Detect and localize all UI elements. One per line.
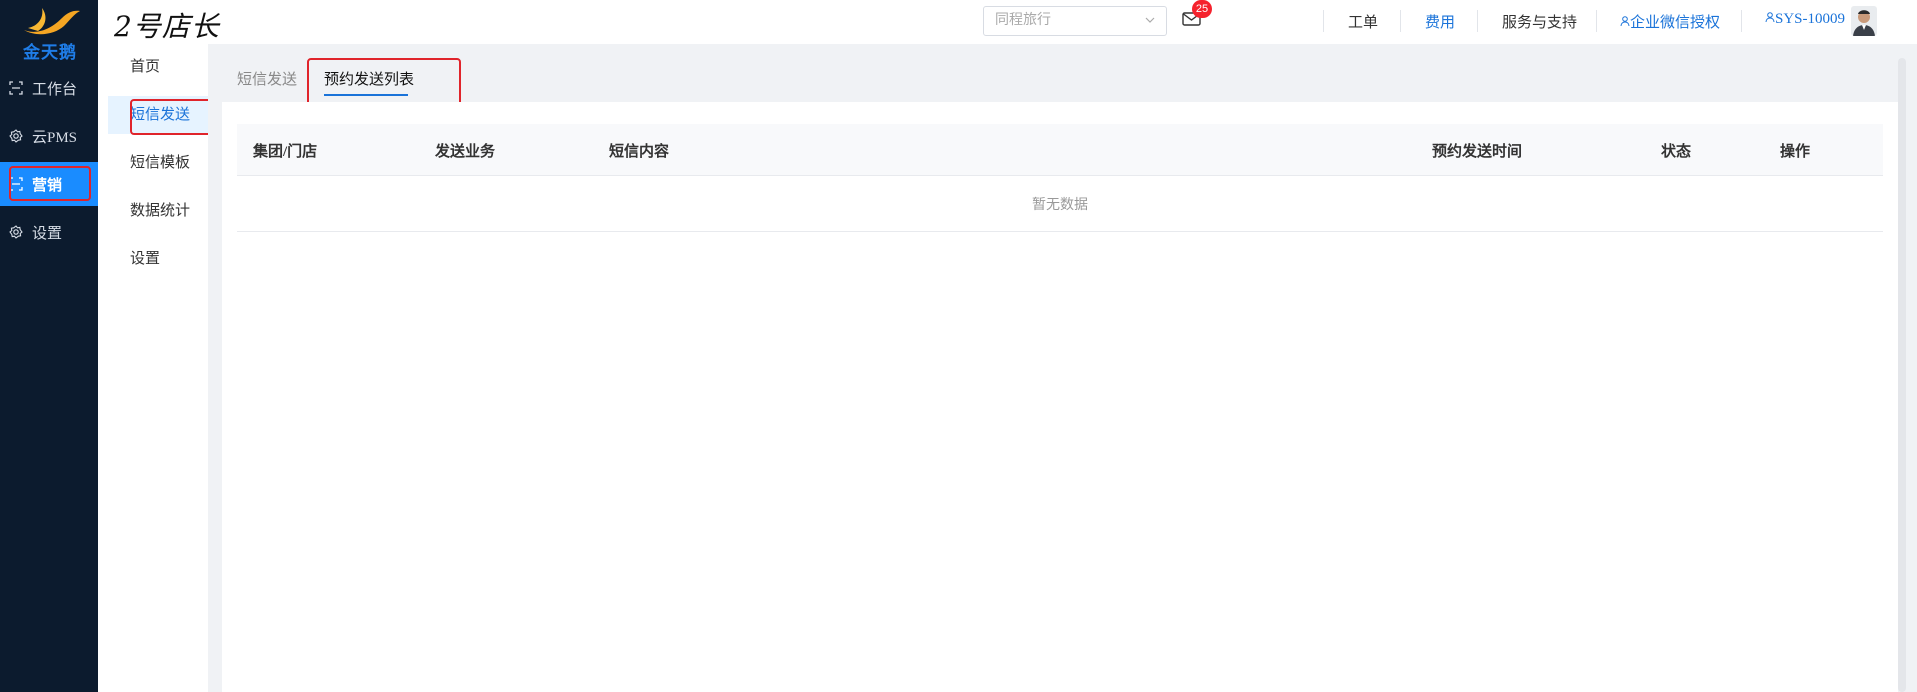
submenu-item-home[interactable]: 首页 [108,48,208,86]
sidebar-item-cloud-pms[interactable]: 云PMS [0,114,98,158]
sidebar-item-label: 工作台 [32,81,78,98]
gear-icon [8,128,24,144]
vertical-scrollbar[interactable] [1898,58,1906,692]
sidebar-item-marketing[interactable]: 营销 [0,162,98,206]
gear-icon [8,224,24,240]
sidebar-item-label: 营销 [32,177,63,194]
submenu-item-statistics[interactable]: 数据统计 [108,192,208,230]
nav-ticket[interactable]: 工单 [1348,11,1378,32]
nav-wecom-auth-label: 企业微信授权 [1630,15,1721,31]
sidebar-item-settings[interactable]: 设置 [0,210,98,254]
column-header-business: 发送业务 [435,144,496,160]
avatar[interactable] [1851,6,1877,36]
divider [1323,10,1324,32]
nav-account[interactable]: SYS-10009 [1765,11,1845,28]
sub-menu: 首页 短信发送 短信模板 数据统计 设置 [98,44,208,692]
store-title: 2号店长 [114,10,220,43]
channel-select[interactable]: 同程旅行 [983,6,1167,36]
sidebar-item-workbench[interactable]: 工作台 [0,66,98,110]
swan-logo-icon [24,8,80,35]
account-name: SYS-10009 [1775,11,1846,27]
divider [1596,10,1597,32]
divider [1477,10,1478,32]
mail-count-badge: 25 [1192,0,1212,18]
column-header-status: 状态 [1661,144,1692,160]
submenu-item-sms-template[interactable]: 短信模板 [108,144,208,182]
table-empty-row: 暂无数据 [237,177,1883,232]
empty-state-text: 暂无数据 [1032,198,1088,213]
channel-select-value: 同程旅行 [995,13,1051,28]
submenu-item-settings[interactable]: 设置 [108,240,208,278]
table-header: 集团/门店 发送业务 短信内容 预约发送时间 状态 操作 [237,124,1883,176]
tab-scheduled-list[interactable]: 预约发送列表 [324,68,414,89]
tab-bar: 短信发送 预约发送列表 [208,44,1698,102]
marketing-icon [8,176,24,192]
user-avatar-icon [1851,6,1877,36]
user-icon [1620,16,1630,27]
sidebar-item-label: 云PMS [32,129,78,146]
submenu-item-sms-send[interactable]: 短信发送 [108,96,208,134]
user-icon [1765,12,1775,23]
column-header-actions: 操作 [1780,144,1811,160]
workbench-icon [8,80,24,96]
column-header-store: 集团/门店 [253,144,318,160]
tab-sms-send[interactable]: 短信发送 [237,68,297,89]
main-sidebar: 金天鹅 工作台 云PMS 营销 设置 [0,0,98,692]
nav-fees[interactable]: 费用 [1425,11,1455,32]
divider [1400,10,1401,32]
chevron-down-icon [1144,7,1156,45]
column-header-scheduled-time: 预约发送时间 [1432,144,1523,160]
sidebar-item-label: 设置 [32,225,63,242]
divider [1741,10,1742,32]
brand-logo[interactable]: 金天鹅 [18,4,82,63]
column-header-content: 短信内容 [609,144,670,160]
nav-wecom-auth[interactable]: 企业微信授权 [1620,11,1720,32]
active-tab-indicator [324,94,408,96]
nav-service-support[interactable]: 服务与支持 [1502,11,1577,32]
brand-name: 金天鹅 [23,43,77,63]
